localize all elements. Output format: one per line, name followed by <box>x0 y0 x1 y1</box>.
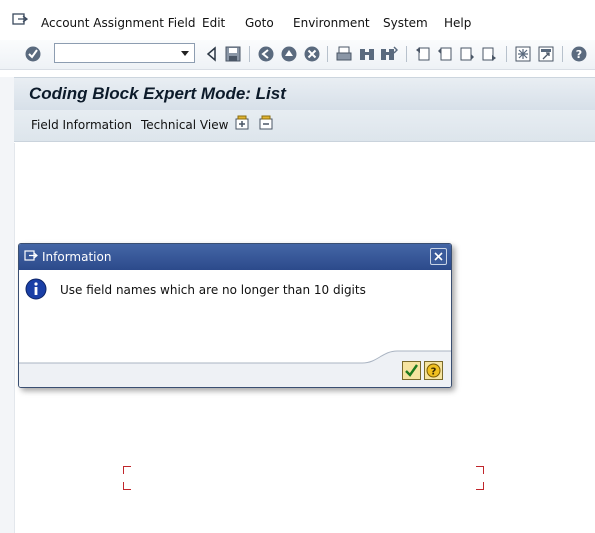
find-icon[interactable] <box>358 45 376 63</box>
shortcut-icon[interactable] <box>537 45 555 63</box>
close-icon <box>434 252 443 261</box>
dialog-message: Use field names which are no longer than… <box>60 283 366 297</box>
page-title: Coding Block Expert Mode: List <box>29 84 286 103</box>
collapse-icon[interactable] <box>258 115 274 131</box>
checkmark-icon <box>405 364 418 377</box>
exit-icon[interactable] <box>280 45 298 63</box>
help-icon: ? <box>426 363 441 378</box>
svg-text:?: ? <box>576 48 582 61</box>
dialog-footer-curve <box>19 350 451 387</box>
svg-text:?: ? <box>431 367 437 378</box>
back-nav-icon[interactable] <box>257 45 275 63</box>
new-session-icon[interactable] <box>514 45 532 63</box>
toolbar-separator <box>249 46 250 62</box>
menu-bar: Account Assignment Field Edit Goto Envir… <box>0 0 595 40</box>
selection-corner-bottom-left <box>123 482 131 490</box>
cancel-icon[interactable] <box>303 45 321 63</box>
chevron-down-icon[interactable] <box>181 51 189 56</box>
print-icon[interactable] <box>335 45 353 63</box>
selection-corner-top-right <box>476 466 484 474</box>
expand-icon[interactable] <box>234 115 250 131</box>
left-margin <box>0 77 14 533</box>
selection-corner-top-left <box>123 466 131 474</box>
find-next-icon[interactable] <box>380 45 398 63</box>
last-page-icon[interactable] <box>480 45 498 63</box>
dialog-title: Information <box>42 250 112 264</box>
command-field[interactable] <box>54 43 195 63</box>
prev-page-icon[interactable] <box>436 45 454 63</box>
menu-edit[interactable]: Edit <box>202 16 225 30</box>
save-icon[interactable] <box>224 45 242 63</box>
information-dialog: Information Use field names which are no… <box>18 243 452 388</box>
enter-icon[interactable] <box>24 45 42 63</box>
title-bar: Coding Block Expert Mode: List <box>14 77 595 110</box>
continue-button[interactable] <box>402 361 421 380</box>
system-menu-icon[interactable] <box>12 13 28 27</box>
technical-view-button[interactable]: Technical View <box>141 118 228 132</box>
dialog-close-button[interactable] <box>430 248 447 265</box>
help-button[interactable]: ? <box>424 361 443 380</box>
menu-help[interactable]: Help <box>444 16 471 30</box>
toolbar-separator <box>506 46 507 62</box>
menu-system[interactable]: System <box>383 16 428 30</box>
dialog-title-bar: Information <box>19 244 451 270</box>
standard-toolbar: ? <box>0 40 595 70</box>
menu-account-assignment-field[interactable]: Account Assignment Field <box>41 16 195 30</box>
menu-goto[interactable]: Goto <box>245 16 274 30</box>
toolbar-separator <box>406 46 407 62</box>
help-icon[interactable]: ? <box>570 45 588 63</box>
menu-environment[interactable]: Environment <box>293 16 370 30</box>
dialog-system-icon <box>24 250 38 261</box>
back-icon[interactable] <box>203 45 221 63</box>
toolbar-separator <box>327 46 328 62</box>
info-icon <box>25 278 47 300</box>
selection-corner-bottom-right <box>476 482 484 490</box>
first-page-icon[interactable] <box>414 45 432 63</box>
next-page-icon[interactable] <box>458 45 476 63</box>
field-information-button[interactable]: Field Information <box>31 118 132 132</box>
application-toolbar: Field Information Technical View <box>14 110 595 142</box>
toolbar-separator <box>562 46 563 62</box>
